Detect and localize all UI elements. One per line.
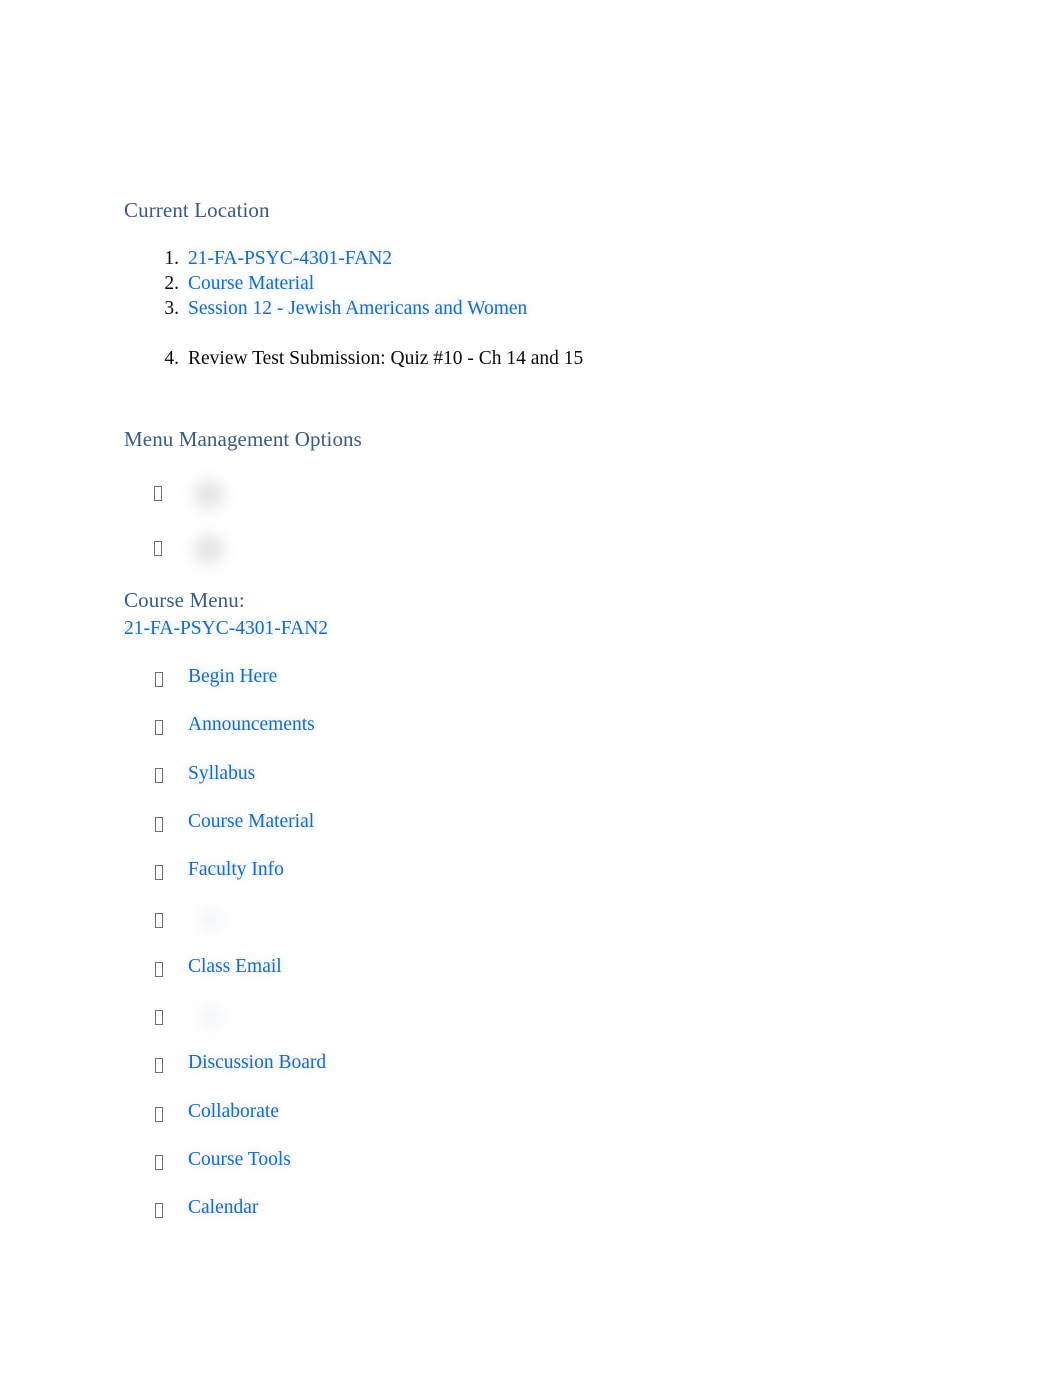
document-page: Current Location 1. 21-FA-PSYC-4301-FAN2… — [0, 0, 1062, 1377]
course-menu-item-syllabus[interactable]: Syllabus — [124, 762, 744, 810]
breadcrumb-item-number: 2. — [164, 273, 179, 294]
bullet-missing-glyph-icon — [155, 863, 163, 881]
bullet-missing-glyph-icon — [155, 1201, 163, 1219]
current-location-heading: Current Location — [124, 198, 270, 222]
course-menu-item-blank[interactable] — [124, 1000, 744, 1051]
breadcrumb-item-current: 4. Review Test Submission: Quiz #10 - Ch… — [124, 346, 884, 371]
menu-management-item[interactable] — [124, 470, 232, 525]
course-menu-course-id-link[interactable]: 21-FA-PSYC-4301-FAN2 — [124, 616, 328, 641]
course-menu-item-discussion-board[interactable]: Discussion Board — [124, 1051, 744, 1099]
course-menu-item-label[interactable]: Begin Here — [188, 665, 277, 689]
breadcrumb-item: 3. Session 12 - Jewish Americans and Wom… — [124, 296, 884, 321]
bullet-missing-glyph-icon — [155, 670, 163, 688]
course-menu-item-label[interactable]: Collaborate — [188, 1100, 279, 1124]
course-menu-item-announcements[interactable]: Announcements — [124, 713, 744, 761]
menu-management-options-list — [124, 470, 232, 580]
breadcrumb-link-course-material[interactable]: Course Material — [188, 271, 314, 296]
course-menu-item-course-material[interactable]: Course Material — [124, 810, 744, 858]
bullet-missing-glyph-icon — [155, 1056, 163, 1074]
bullet-missing-glyph-icon — [155, 1008, 163, 1026]
course-menu-item-calendar[interactable]: Calendar — [124, 1196, 744, 1244]
breadcrumb-item-number: 3. — [164, 298, 179, 319]
bullet-missing-glyph-icon — [154, 539, 162, 557]
bullet-missing-glyph-icon — [155, 1153, 163, 1171]
bullet-missing-glyph-icon — [154, 484, 162, 502]
bullet-missing-glyph-icon — [155, 718, 163, 736]
bullet-missing-glyph-icon — [155, 815, 163, 833]
course-menu-item-label[interactable]: Course Tools — [188, 1148, 291, 1172]
menu-management-item[interactable] — [124, 525, 232, 580]
menu-management-options-heading: Menu Management Options — [124, 427, 362, 451]
breadcrumb-item-number: 1. — [164, 248, 179, 269]
breadcrumb-link-course[interactable]: 21-FA-PSYC-4301-FAN2 — [188, 246, 392, 271]
course-menu-item-label[interactable]: Syllabus — [188, 762, 255, 786]
breadcrumb-link-session-12[interactable]: Session 12 - Jewish Americans and Women — [188, 296, 527, 321]
course-menu-item-begin-here[interactable]: Begin Here — [124, 665, 744, 713]
course-menu-item-label[interactable]: Discussion Board — [188, 1051, 326, 1075]
breadcrumb-item: 1. 21-FA-PSYC-4301-FAN2 — [124, 246, 884, 271]
breadcrumb-current-page-label: Review Test Submission: Quiz #10 - Ch 14… — [188, 348, 584, 369]
course-menu-item-label[interactable]: Course Material — [188, 810, 314, 834]
bullet-missing-glyph-icon — [155, 960, 163, 978]
course-menu-item-class-email[interactable]: Class Email — [124, 955, 744, 1003]
breadcrumb-item: 2. Course Material — [124, 271, 884, 296]
course-menu-item-ghost-image — [190, 1000, 230, 1035]
course-menu-heading: Course Menu: — [124, 588, 245, 612]
course-menu-item-label[interactable]: Class Email — [188, 955, 282, 979]
course-menu-item-label[interactable]: Faculty Info — [188, 858, 284, 882]
menu-management-icon-image — [186, 474, 232, 516]
breadcrumb: 1. 21-FA-PSYC-4301-FAN2 2. Course Materi… — [124, 246, 884, 371]
course-menu-item-label[interactable]: Announcements — [188, 713, 315, 737]
course-menu-item-faculty-info[interactable]: Faculty Info — [124, 858, 744, 906]
bullet-missing-glyph-icon — [155, 767, 163, 785]
course-menu-item-course-tools[interactable]: Course Tools — [124, 1148, 744, 1196]
course-menu-list: Begin Here Announcements Syllabus Course… — [124, 665, 744, 1245]
course-menu-item-ghost-image — [190, 903, 230, 938]
course-menu-item-label[interactable]: Calendar — [188, 1196, 258, 1220]
breadcrumb-item-number: 4. — [164, 348, 179, 369]
bullet-missing-glyph-icon — [155, 1105, 163, 1123]
bullet-missing-glyph-icon — [155, 911, 163, 929]
course-menu-item-blank[interactable] — [124, 903, 744, 954]
menu-management-icon-image — [186, 529, 232, 571]
course-menu-item-collaborate[interactable]: Collaborate — [124, 1100, 744, 1148]
